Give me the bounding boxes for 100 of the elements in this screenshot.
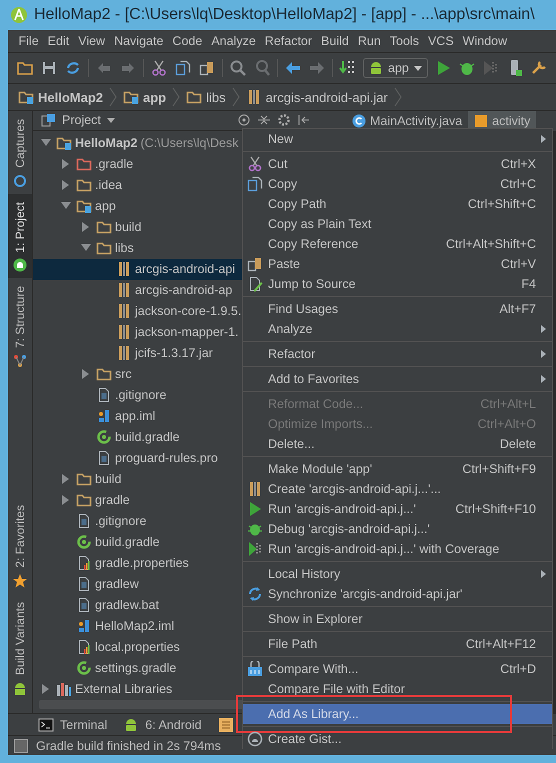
menu-item[interactable]: Make Module 'app' Ctrl+Shift+F9 — [243, 459, 552, 479]
menu-item[interactable]: Local History — [243, 564, 552, 584]
chevron-icon — [394, 87, 402, 107]
menu-item[interactable]: Add to Favorites — [243, 369, 552, 389]
chevron-icon — [109, 87, 118, 107]
menu-item[interactable]: Create Gist... — [243, 729, 552, 749]
module-file-icon — [76, 618, 92, 634]
menu-bar-item[interactable]: View — [74, 34, 110, 48]
menu-item[interactable]: Create 'arcgis-android-api.j...'... — [243, 479, 552, 499]
gradle-icon — [96, 429, 112, 446]
menu-bar-item[interactable]: Edit — [43, 34, 74, 48]
properties-file-icon — [76, 639, 92, 656]
run-configuration-dropdown[interactable]: app — [363, 58, 428, 78]
shortcut-label: Ctrl+Alt+Shift+C — [446, 237, 536, 251]
menu-item[interactable]: Refactor — [243, 344, 552, 364]
paste-icon — [247, 256, 263, 272]
module-file-icon — [96, 408, 112, 424]
menu-bar-item[interactable]: Code — [168, 34, 207, 48]
menu-item[interactable]: Copy Ctrl+C — [243, 174, 552, 194]
project-path: (C:\Users\lq\Desk — [140, 136, 238, 150]
project-view-dropdown[interactable]: Project — [41, 113, 231, 128]
breadcrumb[interactable]: libs — [186, 89, 232, 105]
run-icon — [247, 501, 263, 517]
menu-bar-item[interactable]: Window — [458, 34, 512, 48]
shortcut-label: Ctrl+D — [500, 662, 536, 676]
menu-item[interactable]: File Path Ctrl+Alt+F12 — [243, 634, 552, 654]
menu-item[interactable]: Delete... Delete — [243, 434, 552, 454]
expand-arrow-icon — [81, 369, 91, 380]
tool-window-tab[interactable]: Terminal — [38, 716, 108, 732]
expand-arrow-icon — [61, 159, 71, 170]
menu-item[interactable]: Run 'arcgis-android-api.j...' with Coverage — [243, 539, 552, 559]
shortcut-label: Delete — [500, 437, 536, 451]
menu-item[interactable]: Add As Library... — [243, 704, 552, 724]
shortcut-label: Ctrl+C — [500, 177, 536, 191]
shortcut-label: Ctrl+Shift+F9 — [462, 462, 536, 476]
menu-item[interactable]: Run 'arcgis-android-api.j...' Ctrl+Shift+F10 — [243, 499, 552, 519]
expand-arrow-icon — [81, 222, 91, 232]
tool-window-tab[interactable]: 2: Favorites — [8, 497, 32, 594]
breadcrumb[interactable]: HelloMap2 — [18, 89, 110, 105]
tool-window-tab[interactable]: Captures — [8, 111, 32, 194]
menu-item[interactable]: Compare With... Ctrl+D — [243, 659, 552, 679]
folder-icon — [186, 89, 202, 105]
menu-bar-item[interactable]: Tools — [385, 34, 424, 48]
tool-window-tab[interactable]: 6: Android — [123, 716, 202, 732]
menu-item[interactable]: Cut Ctrl+X — [243, 154, 552, 174]
tool-window-tab[interactable]: 1: Project — [8, 194, 32, 278]
menu-item[interactable]: New — [243, 129, 552, 149]
terminal-icon — [38, 716, 54, 732]
collapse-arrow-icon — [41, 138, 51, 148]
status-message: Gradle build finished in 2s 794ms — [36, 738, 221, 752]
menu-bar-item[interactable]: File — [14, 34, 44, 48]
scissors-icon — [247, 156, 263, 172]
breadcrumb[interactable]: arcgis-android-api.jar — [246, 89, 394, 105]
structure-icon — [13, 354, 27, 368]
pencil-icon — [247, 276, 263, 292]
menu-item[interactable]: Find Usages Alt+F7 — [243, 299, 552, 319]
jar-icon — [116, 303, 132, 320]
folder-icon — [96, 240, 112, 256]
text-file-icon — [76, 597, 92, 614]
crosshair-icon — [237, 113, 251, 128]
menu-bar-item[interactable]: Refactor — [260, 34, 317, 48]
properties-file-icon — [76, 555, 92, 572]
event-log-icon — [218, 716, 234, 732]
gear-icon — [277, 113, 291, 128]
menu-bar-item[interactable]: Analyze — [206, 34, 260, 48]
menu-item[interactable]: Copy Path Ctrl+Shift+C — [243, 194, 552, 214]
menu-item[interactable]: Jump to Source F4 — [243, 274, 552, 294]
menu-bar-item[interactable]: Build — [316, 34, 354, 48]
menu-item[interactable]: Copy Reference Ctrl+Alt+Shift+C — [243, 234, 552, 254]
menu-bar-item[interactable]: Run — [353, 34, 386, 48]
chevron-icon — [172, 87, 180, 107]
menu-item[interactable]: Show in Explorer — [243, 609, 552, 629]
menu-item[interactable]: Analyze — [243, 319, 552, 339]
tool-window-tab[interactable]: 7: Structure — [8, 278, 32, 374]
coverage-icon — [247, 541, 263, 557]
text-file-icon — [96, 387, 112, 404]
expand-arrow-icon — [41, 684, 51, 694]
shortcut-label: F4 — [521, 277, 536, 291]
menu-item[interactable]: Copy as Plain Text — [243, 214, 552, 234]
menu-item[interactable]: Compare File with Editor — [243, 679, 552, 699]
collapse-arrow-icon — [81, 243, 91, 254]
menu-item[interactable]: Synchronize 'arcgis-android-api.jar' — [243, 584, 552, 604]
coverage-icon — [482, 59, 500, 77]
gradle-icon — [76, 534, 92, 550]
text-file-icon — [76, 576, 92, 592]
menu-bar-item[interactable]: Navigate — [110, 34, 168, 48]
menu-bar-item[interactable]: VCS — [423, 34, 458, 48]
menu-item[interactable]: Debug 'arcgis-android-api.j...' — [243, 519, 552, 539]
tool-window-toggle-icon — [14, 738, 28, 752]
shortcut-label: Ctrl+V — [500, 257, 536, 271]
project-icon — [41, 113, 57, 128]
gradle-icon — [76, 660, 92, 676]
module-folder-icon — [18, 89, 34, 105]
forward-arrow-icon — [308, 59, 326, 77]
text-file-icon — [76, 513, 92, 530]
breadcrumb[interactable]: app — [123, 89, 172, 105]
text-file-icon — [96, 450, 112, 466]
expand-arrow-icon — [61, 495, 71, 506]
tool-window-tab[interactable]: Build Variants — [8, 594, 32, 701]
shortcut-label: Ctrl+X — [500, 157, 536, 171]
